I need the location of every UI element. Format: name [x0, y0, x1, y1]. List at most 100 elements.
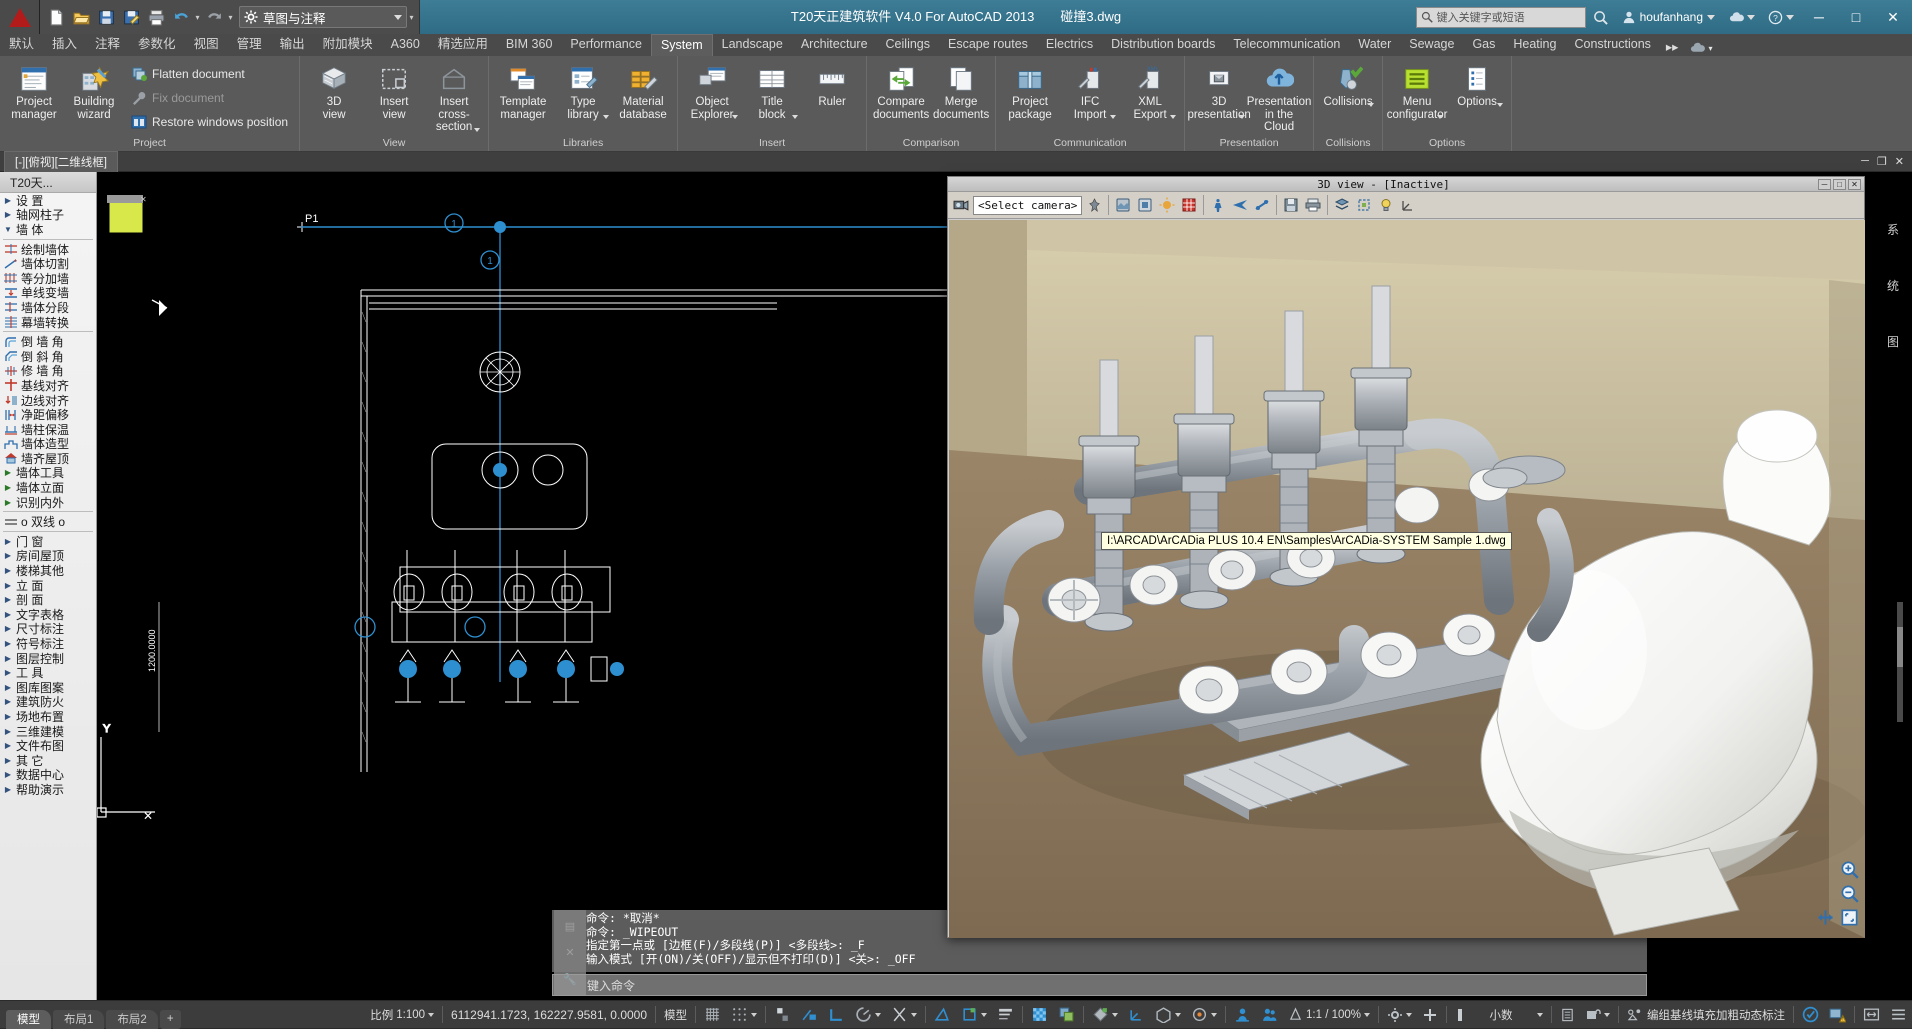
palette-item-36[interactable]: ▶ 图库图案: [0, 680, 96, 695]
zoom-extents-control[interactable]: [1840, 908, 1859, 927]
palette-item-28[interactable]: ▶ 楼梯其他: [0, 563, 96, 578]
chevron-down-icon[interactable]: [394, 14, 402, 20]
palette-item-11[interactable]: 倒 墙 角: [0, 334, 96, 349]
palette-item-16[interactable]: 净距偏移: [0, 407, 96, 422]
palette-item-42[interactable]: ▶ 数据中心: [0, 768, 96, 782]
palette-item-43[interactable]: ▶ 帮助演示: [0, 782, 96, 797]
clean-screen-icon[interactable]: [1797, 1001, 1824, 1029]
ribbon-button-3d-view[interactable]: 3D view: [305, 59, 363, 121]
fly-mode-icon[interactable]: [1230, 195, 1250, 215]
ribbon-tab-constructions[interactable]: Constructions: [1565, 34, 1659, 56]
print-view-icon[interactable]: [1303, 195, 1323, 215]
transparency-icon[interactable]: [1026, 1001, 1053, 1029]
pan-control[interactable]: [1816, 908, 1835, 927]
layout-tab-2[interactable]: 布局2: [106, 1009, 158, 1029]
camera-select-icon[interactable]: [951, 195, 971, 215]
palette-item-38[interactable]: ▶ 场地布置: [0, 709, 96, 724]
viewport-label[interactable]: [-][俯视][二维线框]: [4, 151, 118, 172]
ribbon-button-building-wizard[interactable]: Building wizard: [65, 59, 123, 121]
palette-item-15[interactable]: 边线对齐: [0, 393, 96, 408]
ribbon-tab-escape-routes[interactable]: Escape routes: [939, 34, 1037, 56]
ribbon-button-menu-configurator[interactable]: Menu configurator: [1387, 59, 1447, 121]
chevron-down-icon[interactable]: [1239, 115, 1246, 119]
quick-properties-icon[interactable]: [1555, 1001, 1580, 1029]
chevron-down-icon[interactable]: [474, 127, 481, 132]
annotation-monitor-icon[interactable]: [1087, 1001, 1123, 1029]
palette-item-18[interactable]: 墙体造型: [0, 437, 96, 451]
qat-customize-button[interactable]: ▾: [408, 5, 415, 29]
undo-dropdown[interactable]: ▾: [194, 5, 201, 29]
annotation-scale-control[interactable]: 1:1 / 100%: [1283, 1001, 1375, 1029]
layers-icon[interactable]: [1332, 195, 1352, 215]
chevron-down-icon[interactable]: [1604, 1012, 1610, 1017]
palette-item-4[interactable]: 绘制墙体: [0, 242, 96, 257]
drawing-close-icon[interactable]: ✕: [1895, 155, 1904, 168]
ribbon-cloud-menu[interactable]: ▾: [1684, 40, 1718, 56]
undo-icon[interactable]: [169, 5, 193, 29]
render-region-icon[interactable]: [1135, 195, 1155, 215]
maximize-button[interactable]: □: [1839, 2, 1873, 32]
plot-icon[interactable]: [144, 5, 168, 29]
open-document-icon[interactable]: [69, 5, 93, 29]
ribbon-tab-a360[interactable]: A360: [382, 34, 429, 56]
ribbon-tab-sewage[interactable]: Sewage: [1400, 34, 1463, 56]
workspace-switching-icon[interactable]: [1382, 1001, 1417, 1029]
3d-close-button[interactable]: ✕: [1848, 178, 1861, 190]
save-icon[interactable]: [94, 5, 118, 29]
fullscreen-icon[interactable]: [1858, 1001, 1885, 1029]
auto-scale-icon[interactable]: [1256, 1001, 1283, 1029]
ribbon-tab-bim-360[interactable]: BIM 360: [497, 34, 562, 56]
palette-item-22[interactable]: ▶ 识别内外: [0, 495, 96, 510]
infer-constraints-icon[interactable]: [769, 1001, 796, 1029]
autodesk-360-button[interactable]: [1724, 6, 1760, 28]
chevron-down-icon[interactable]: [1537, 1012, 1543, 1017]
chevron-down-icon[interactable]: [1786, 14, 1794, 20]
hardware-acceleration-icon[interactable]: [1417, 1001, 1443, 1029]
palette-item-31[interactable]: ▶ 文字表格: [0, 607, 96, 622]
layout-tab-1[interactable]: 布局1: [53, 1009, 105, 1029]
render-settings-icon[interactable]: [1113, 195, 1133, 215]
polar-tracking-icon[interactable]: [850, 1001, 886, 1029]
save-view-icon[interactable]: [1281, 195, 1301, 215]
palette-item-17[interactable]: 墙柱保温: [0, 422, 96, 437]
palette-item-6[interactable]: 等分加墙: [0, 271, 96, 286]
ribbon-button-type-library[interactable]: Type library: [554, 59, 612, 121]
redo-icon[interactable]: [202, 5, 226, 29]
redo-dropdown[interactable]: ▾: [227, 5, 234, 29]
ribbon-tab--[interactable]: 默认: [0, 34, 43, 56]
ribbon-button-object-explorer[interactable]: Object Explorer: [683, 59, 741, 121]
chevron-down-icon[interactable]: [981, 1012, 988, 1017]
palette-item-14[interactable]: 基线对齐: [0, 378, 96, 393]
palette-item-19[interactable]: 墙齐屋顶: [0, 451, 96, 466]
zoom-out-control[interactable]: [1840, 884, 1859, 903]
chevron-down-icon[interactable]: [1211, 1012, 1218, 1017]
ribbon-tab-distribution-boards[interactable]: Distribution boards: [1102, 34, 1224, 56]
palette-item-12[interactable]: 倒 斜 角: [0, 349, 96, 364]
chevron-down-icon[interactable]: [603, 115, 610, 119]
ucs-icon[interactable]: [1123, 1001, 1150, 1029]
dynamic-input-icon[interactable]: [796, 1001, 823, 1029]
ribbon-button-insert-cross-section[interactable]: Insert cross-section: [425, 59, 483, 134]
palette-item-1[interactable]: ▶ 轴网柱子: [0, 208, 96, 222]
ribbon-tab-gas[interactable]: Gas: [1463, 34, 1504, 56]
ribbon-tab--[interactable]: 输出: [271, 34, 314, 56]
ribbon-button-flatten-document[interactable]: Flatten document: [127, 63, 292, 84]
ribbon-button-xml-export[interactable]: XML XML Export: [1121, 59, 1179, 121]
chevron-down-icon[interactable]: [875, 1012, 882, 1017]
ribbon-tab-heating[interactable]: Heating: [1504, 34, 1565, 56]
isometric-drafting-icon[interactable]: [1150, 1001, 1186, 1029]
ribbon-button-ifc-import[interactable]: IFC Import: [1061, 59, 1119, 121]
palette-item-35[interactable]: ▶ 工 具: [0, 665, 96, 680]
chevron-down-icon[interactable]: [1368, 102, 1375, 107]
palette-item-33[interactable]: ▶ 符号标注: [0, 636, 96, 651]
ribbon-tab-landscape[interactable]: Landscape: [713, 34, 792, 56]
scale-control[interactable]: 比例 1:100: [365, 1001, 439, 1029]
chevron-down-icon[interactable]: [911, 1012, 918, 1017]
palette-item-7[interactable]: 单线变墙: [0, 286, 96, 300]
ribbon-button-title-block[interactable]: Title block: [743, 59, 801, 121]
grid-display-icon[interactable]: [699, 1001, 726, 1029]
zoom-in-control[interactable]: [1840, 860, 1859, 879]
drawing-restore-icon[interactable]: ❐: [1877, 155, 1887, 168]
chevron-down-icon[interactable]: [1364, 1012, 1370, 1017]
chevron-down-icon[interactable]: [1110, 115, 1117, 119]
